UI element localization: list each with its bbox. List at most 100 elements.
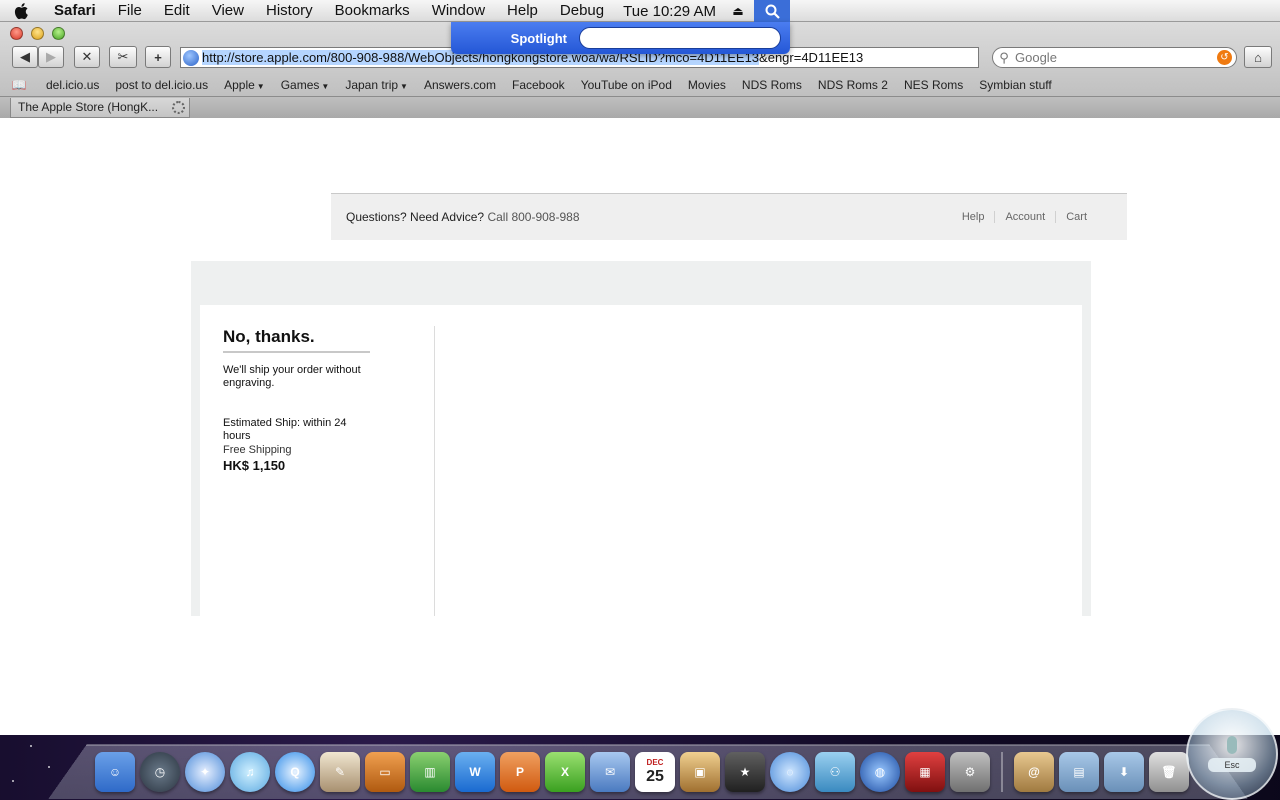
chevron-down-icon: ▼ [256,82,265,91]
dock: ☺ ◷ ✦ ♫ Q ✎ ▭ ▥ W P X ✉ DEC 25 ▣ ★ ◌ ⚇ ◍… [95,742,1189,792]
numbers-icon[interactable]: ▥ [410,752,450,792]
apple-menu-icon[interactable] [0,0,42,22]
menubar: Safari File Edit View History Bookmarks … [0,0,1280,22]
google-earth-icon[interactable]: ◍ [860,752,900,792]
free-shipping-text: Free Shipping [223,444,292,456]
system-preferences-icon[interactable]: ⚙ [950,752,990,792]
mail-icon[interactable]: ✉ [590,752,630,792]
trash-icon[interactable]: 🗑 [1149,752,1189,792]
safari-icon[interactable]: ✦ [185,752,225,792]
menu-history[interactable]: History [255,0,324,22]
no-thanks-option[interactable]: No, thanks. [223,327,315,347]
stop-button[interactable]: ✕ [74,46,100,68]
address-book-icon[interactable]: @ [1014,752,1054,792]
spotlight-search-input[interactable] [579,27,781,49]
zoom-window-button[interactable] [52,27,65,40]
bookmark-answers[interactable]: Answers.com [416,78,504,92]
safari-window: ◀ ▶ ✕ ✂ + http://store.apple.com/800-908… [0,22,1280,735]
itunes-icon[interactable]: ♫ [230,752,270,792]
bookmark-label: Apple [224,78,255,92]
bookmark-label: Movies [687,78,726,92]
bookmark-folder-japan-trip[interactable]: Japan trip ▼ [337,78,416,92]
ical-icon[interactable]: DEC 25 [635,752,675,792]
store-nav-account-link[interactable]: Account [994,211,1055,223]
minimize-window-button[interactable] [31,27,44,40]
loading-spinner-icon [172,101,185,114]
menu-help[interactable]: Help [496,0,549,22]
bookmark-nes-roms[interactable]: NES Roms [896,78,971,92]
bookmark-label: Games [280,78,320,92]
price-text: HK$ 1,150 [223,458,286,473]
speech-recognition-widget[interactable]: Esc [1186,708,1278,800]
menu-file[interactable]: File [107,0,153,22]
home-button[interactable]: ⌂ [1244,46,1272,68]
menu-edit[interactable]: Edit [153,0,201,22]
iphoto-icon[interactable]: ▣ [680,752,720,792]
menu-debug[interactable]: Debug [549,0,615,22]
tab-title: The Apple Store (HongK... [18,100,159,114]
bookmark-label: Answers.com [423,78,496,92]
time-machine-icon[interactable]: ◷ [140,752,180,792]
spotlight-icon[interactable] [754,0,790,22]
snapback-button[interactable]: ✂ [109,46,137,68]
word-icon[interactable]: W [455,752,495,792]
bookmark-label: Facebook [511,78,565,92]
bookmark-nds-roms[interactable]: NDS Roms [734,78,810,92]
option-divider [223,351,370,353]
google-search-field[interactable]: ⚲ Google ↺ [992,47,1237,68]
keynote-icon[interactable]: ▭ [365,752,405,792]
bookmark-symbian-stuff[interactable]: Symbian stuff [971,78,1059,92]
bookmark-nds-roms-2[interactable]: NDS Roms 2 [810,78,896,92]
add-bookmark-button[interactable]: + [145,46,171,68]
snapback-search-icon[interactable]: ↺ [1217,50,1232,65]
messenger-icon[interactable]: ⚇ [815,752,855,792]
close-window-button[interactable] [10,27,23,40]
powerpoint-icon[interactable]: P [500,752,540,792]
tab-bar: The Apple Store (HongK... [0,96,1280,118]
bookmark-label: NDS Roms [741,78,802,92]
advice-prefix: Questions? Need Advice? [346,210,485,224]
imovie-icon[interactable]: ★ [725,752,765,792]
esc-label: Esc [1208,758,1256,772]
bookmark-folder-games[interactable]: Games ▼ [273,78,338,92]
bookmark-label: Symbian stuff [979,78,1052,92]
advice-text: Questions? Need Advice? Call 800-908-988 [346,210,580,224]
plus-icon: + [154,49,162,65]
quicktime-icon[interactable]: Q [275,752,315,792]
bookmark-delicious[interactable]: del.icio.us [38,78,107,92]
script-editor-icon[interactable]: ✎ [320,752,360,792]
column-divider [434,326,435,616]
bookmark-folder-apple[interactable]: Apple ▼ [216,78,273,92]
back-button[interactable]: ◀ [12,46,38,68]
menu-view[interactable]: View [201,0,255,22]
bookmark-movies[interactable]: Movies [680,78,734,92]
search-icon[interactable]: ⚲ [993,50,1015,66]
downloads-folder-icon[interactable]: ⬇ [1104,752,1144,792]
home-icon: ⌂ [1254,49,1262,65]
forward-button[interactable]: ▶ [38,46,64,68]
store-nav-help-link[interactable]: Help [952,211,995,223]
bookmark-facebook[interactable]: Facebook [504,78,573,92]
bookmark-post-to-delicious[interactable]: post to del.icio.us [107,78,216,92]
ichat-icon[interactable]: ◌ [770,752,810,792]
applications-folder-icon[interactable]: ▤ [1059,752,1099,792]
search-placeholder: Google [1015,50,1057,65]
menu-bookmarks[interactable]: Bookmarks [324,0,421,22]
spotlight-label: Spotlight [510,30,567,46]
microphone-icon [1227,736,1237,754]
option-description: We'll ship your order without engraving. [223,364,361,389]
excel-icon[interactable]: X [545,752,585,792]
bookmark-youtube-ipod[interactable]: YouTube on iPod [573,78,680,92]
calendar-month: DEC [646,758,664,767]
tab-apple-store[interactable]: The Apple Store (HongK... [10,98,190,118]
menu-app-safari[interactable]: Safari [42,0,107,22]
menubar-clock[interactable]: Tue 10:29 AM [623,3,726,20]
menu-window[interactable]: Window [421,0,496,22]
store-header-bar: Questions? Need Advice? Call 800-908-988… [331,193,1127,240]
bookmarks-bar: 📖 del.icio.us post to del.icio.us Apple ▼… [0,75,1280,95]
front-row-icon[interactable]: ▦ [905,752,945,792]
store-nav-cart-link[interactable]: Cart [1055,211,1097,223]
eject-icon[interactable]: ⏏ [726,0,750,22]
finder-icon[interactable]: ☺ [95,752,135,792]
bookmarks-book-icon[interactable]: 📖 [0,78,38,92]
